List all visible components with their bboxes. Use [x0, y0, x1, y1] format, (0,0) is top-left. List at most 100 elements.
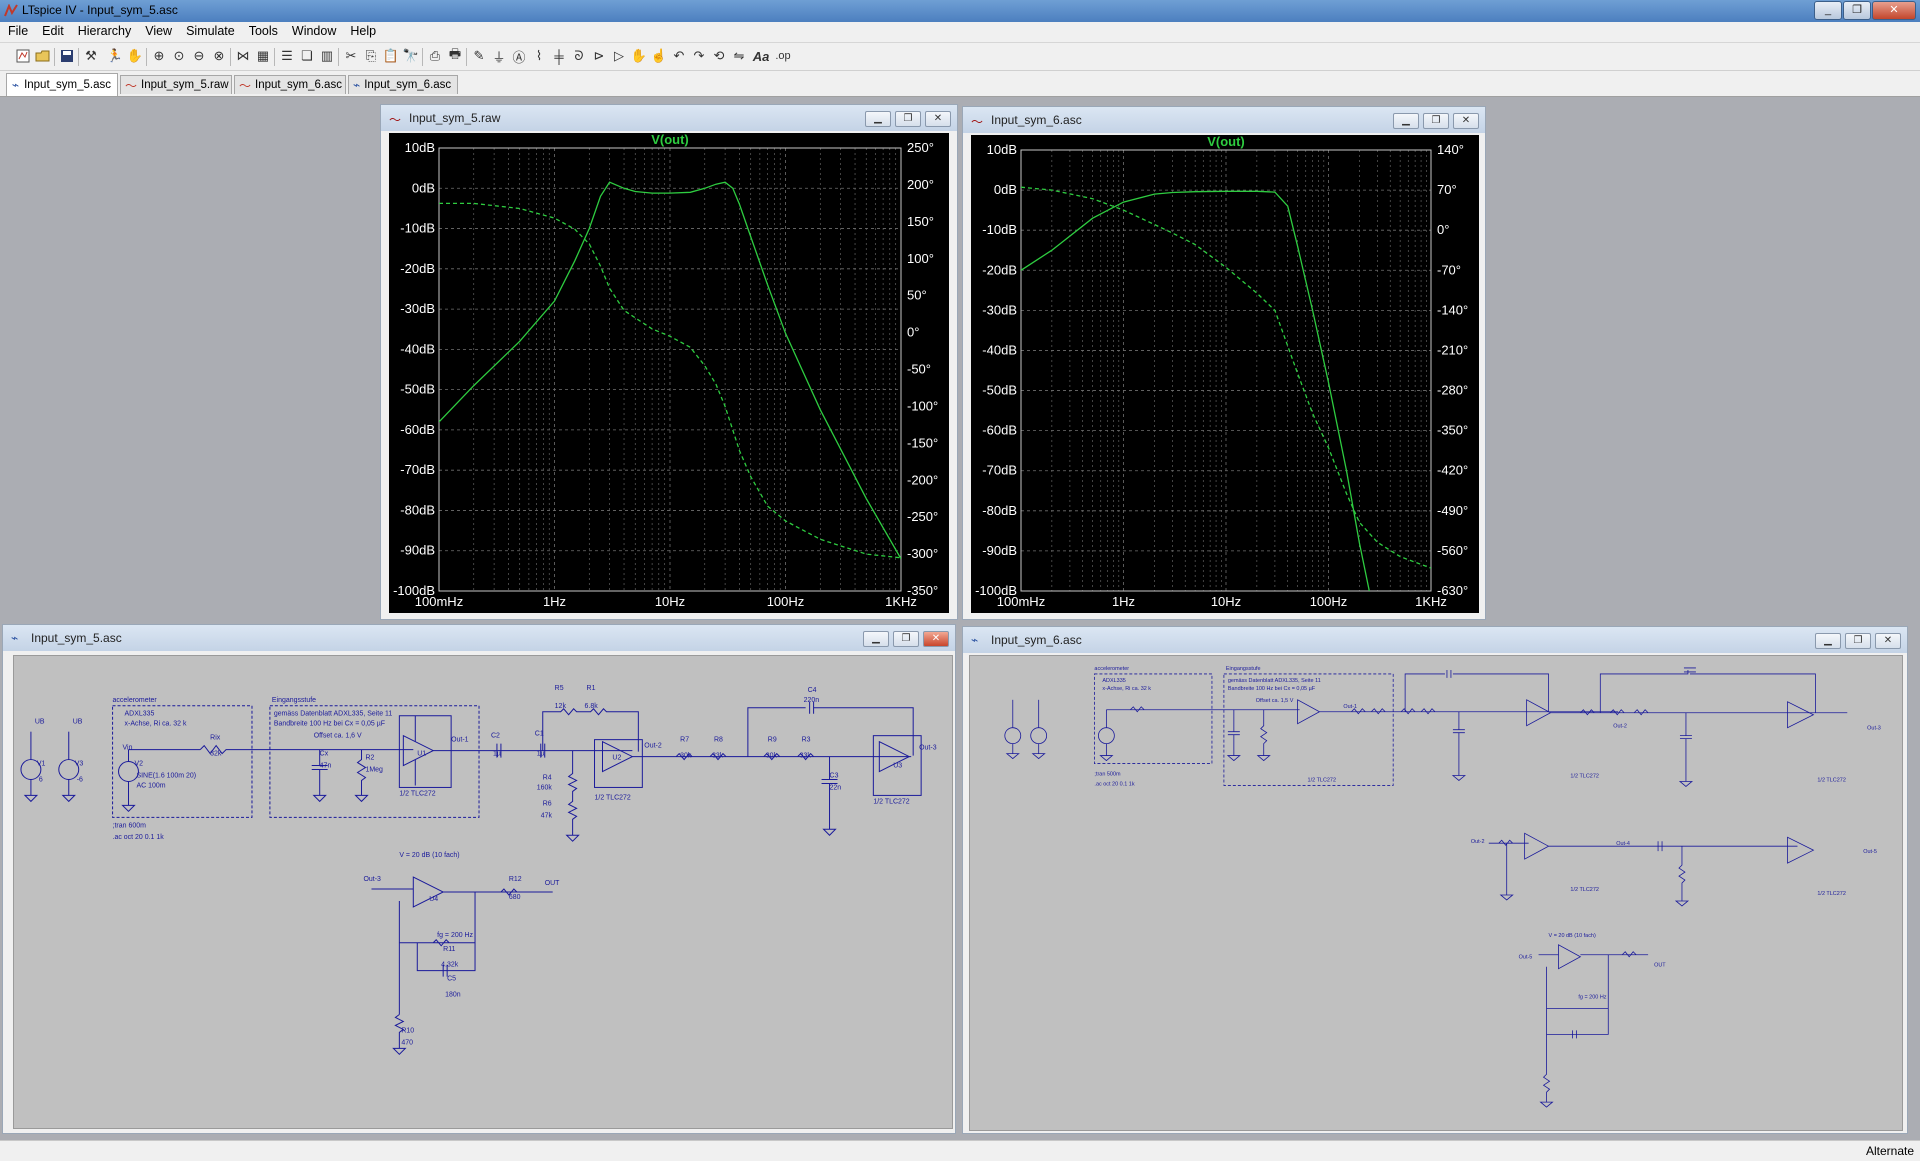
- tab-input-sym-6-asc[interactable]: ⌁ Input_sym_6.asc: [348, 75, 458, 94]
- schematic-window-2-caption[interactable]: ⌁ Input_sym_6.asc ▁ ❐ ✕: [963, 627, 1907, 653]
- find-icon[interactable]: 🔭: [402, 47, 420, 65]
- menu-view[interactable]: View: [137, 22, 178, 38]
- menu-tools[interactable]: Tools: [241, 22, 284, 38]
- schematic-icon: ⌁: [11, 631, 19, 645]
- schematic-canvas-2[interactable]: accelerometer ADXL335 x-Achse, Ri ca. 32…: [969, 655, 1903, 1131]
- mirror-icon[interactable]: ⇋: [730, 47, 748, 65]
- maximize-button[interactable]: ❐: [893, 631, 919, 647]
- print-setup-icon[interactable]: ⎙: [426, 47, 444, 65]
- close-button[interactable]: ✕: [1872, 1, 1916, 20]
- plot-window-1-caption[interactable]: 〜 Input_sym_5.raw ▁ ❐ ✕: [381, 105, 957, 131]
- grid-icon[interactable]: ▦: [254, 47, 272, 65]
- opamp-u4: [1524, 832, 1550, 860]
- menu-hierarchy[interactable]: Hierarchy: [70, 22, 138, 38]
- tile-vertical-icon[interactable]: ▥: [318, 47, 336, 65]
- bode-plot-1[interactable]: 100mHz 1Hz 10Hz 100Hz 1KHz10dB0dB-10dB-20dB-…: [389, 133, 949, 613]
- zoom-in-icon[interactable]: ⊕: [150, 47, 168, 65]
- menu-simulate[interactable]: Simulate: [178, 22, 241, 38]
- halt-icon[interactable]: ✋: [126, 47, 144, 65]
- print-icon[interactable]: 🖶: [446, 46, 464, 65]
- redo-icon[interactable]: ↷: [690, 47, 708, 65]
- spice-directive-icon[interactable]: .op: [774, 47, 792, 65]
- copy-icon[interactable]: ⎘: [362, 47, 380, 65]
- component-icon[interactable]: ▷: [610, 47, 628, 65]
- open-icon[interactable]: [34, 47, 52, 65]
- schematic-canvas-1[interactable]: accelerometer ADXL335 x-Achse, Ri ca. 32…: [13, 655, 953, 1129]
- resistor-u5: [1674, 846, 1690, 907]
- zoom-out-icon[interactable]: ⊖: [190, 47, 208, 65]
- paste-icon[interactable]: 📋: [382, 47, 400, 65]
- menu-file[interactable]: File: [0, 22, 34, 38]
- close-button[interactable]: ✕: [1875, 633, 1901, 649]
- maximize-button[interactable]: ❐: [1843, 1, 1871, 20]
- close-button[interactable]: ✕: [925, 111, 951, 127]
- label-tran: ;tran 600m: [113, 822, 147, 829]
- move-icon[interactable]: ✋: [630, 47, 648, 65]
- label-stufe: Eingangsstufe: [272, 697, 316, 704]
- schematic-window-1-caption[interactable]: ⌁ Input_sym_5.asc ▁ ❐ ✕: [3, 625, 955, 651]
- inductor-icon[interactable]: ᘐ: [570, 47, 588, 65]
- menu-edit[interactable]: Edit: [34, 22, 70, 38]
- label-r10: R10: [401, 1027, 414, 1034]
- y2-tick-label: -350°: [907, 583, 938, 598]
- trace-title[interactable]: V(out): [651, 133, 689, 147]
- rotate-icon[interactable]: ⟲: [710, 47, 728, 65]
- y2-tick-label: -50°: [907, 362, 931, 377]
- tab-input-sym-6-asc-plot[interactable]: 〜 Input_sym_6.asc: [234, 75, 346, 94]
- label-icon[interactable]: Ⓐ: [510, 47, 528, 65]
- minimize-button[interactable]: ▁: [1815, 633, 1841, 649]
- drag-icon[interactable]: ☝: [650, 47, 668, 65]
- control-panel-icon[interactable]: ⚒: [82, 47, 100, 65]
- maximize-button[interactable]: ❐: [1423, 113, 1449, 129]
- schematic-icon: ⌁: [11, 78, 20, 92]
- label-out5-in: Out-5: [1519, 955, 1533, 961]
- close-button[interactable]: ✕: [1453, 113, 1479, 129]
- undo-icon[interactable]: ↶: [670, 47, 688, 65]
- draw-wire-icon[interactable]: ✎: [470, 47, 488, 65]
- capacitor-icon[interactable]: ╪: [550, 47, 568, 65]
- minimize-button[interactable]: ▁: [863, 631, 889, 647]
- label-r4: R4: [543, 774, 552, 781]
- schematic-icon: ⌁: [971, 633, 979, 647]
- label-v1val: 6: [39, 776, 43, 783]
- plot-window-2-title: Input_sym_6.asc: [991, 113, 1082, 127]
- cascade-icon[interactable]: ❏: [298, 47, 316, 65]
- text-icon[interactable]: Aa: [752, 47, 770, 65]
- maximize-button[interactable]: ❐: [1845, 633, 1871, 649]
- ground-icon[interactable]: ⏚: [490, 47, 508, 65]
- trace-title[interactable]: V(out): [1207, 135, 1245, 149]
- label-r9: R9: [768, 737, 777, 744]
- x-tick-label: 100Hz: [1310, 594, 1348, 609]
- label-ac-directive: .ac oct 20 0.1 1k: [1094, 781, 1134, 787]
- zoom-fit-icon[interactable]: ⊗: [210, 47, 228, 65]
- y-tick-label: -100dB: [393, 583, 435, 598]
- tab-input-sym-5-asc[interactable]: ⌁ Input_sym_5.asc: [6, 73, 118, 96]
- save-icon[interactable]: [58, 47, 76, 65]
- zoom-pan-icon[interactable]: ⊙: [170, 47, 188, 65]
- minimize-button[interactable]: ▁: [865, 111, 891, 127]
- minimize-button[interactable]: _: [1814, 1, 1842, 20]
- tile-horizontal-icon[interactable]: ☰: [278, 47, 296, 65]
- toolbar-separator: [54, 48, 55, 66]
- y2-tick-label: 100°: [907, 251, 934, 266]
- y2-tick-label: 70°: [1437, 182, 1457, 197]
- maximize-button[interactable]: ❐: [895, 111, 921, 127]
- menu-help[interactable]: Help: [342, 22, 382, 38]
- diode-icon[interactable]: ⊳: [590, 47, 608, 65]
- new-schematic-icon[interactable]: [14, 47, 32, 65]
- autorange-icon[interactable]: ⋈: [234, 47, 252, 65]
- tab-input-sym-5-raw[interactable]: 〜 Input_sym_5.raw: [120, 75, 232, 94]
- opamp-u2: [1526, 699, 1552, 727]
- y-tick-label: -10dB: [982, 222, 1017, 237]
- bode-plot-2[interactable]: 100mHz 1Hz 10Hz 100Hz 1KHz10dB0dB-10dB-20dB-…: [971, 135, 1479, 613]
- schematic-window-2: ⌁ Input_sym_6.asc ▁ ❐ ✕ accelerometer ADXL…: [962, 626, 1908, 1134]
- close-button[interactable]: ✕: [923, 631, 949, 647]
- label-r8: R8: [714, 737, 723, 744]
- cut-icon[interactable]: ✂: [342, 47, 360, 65]
- plot-window-2-caption[interactable]: 〜 Input_sym_6.asc ▁ ❐ ✕: [963, 107, 1485, 133]
- run-icon[interactable]: 🏃: [106, 47, 124, 65]
- label-tlc-u2: 1/2 TLC272: [1570, 773, 1598, 779]
- minimize-button[interactable]: ▁: [1393, 113, 1419, 129]
- resistor-icon[interactable]: ⌇: [530, 47, 548, 65]
- menu-window[interactable]: Window: [284, 22, 342, 38]
